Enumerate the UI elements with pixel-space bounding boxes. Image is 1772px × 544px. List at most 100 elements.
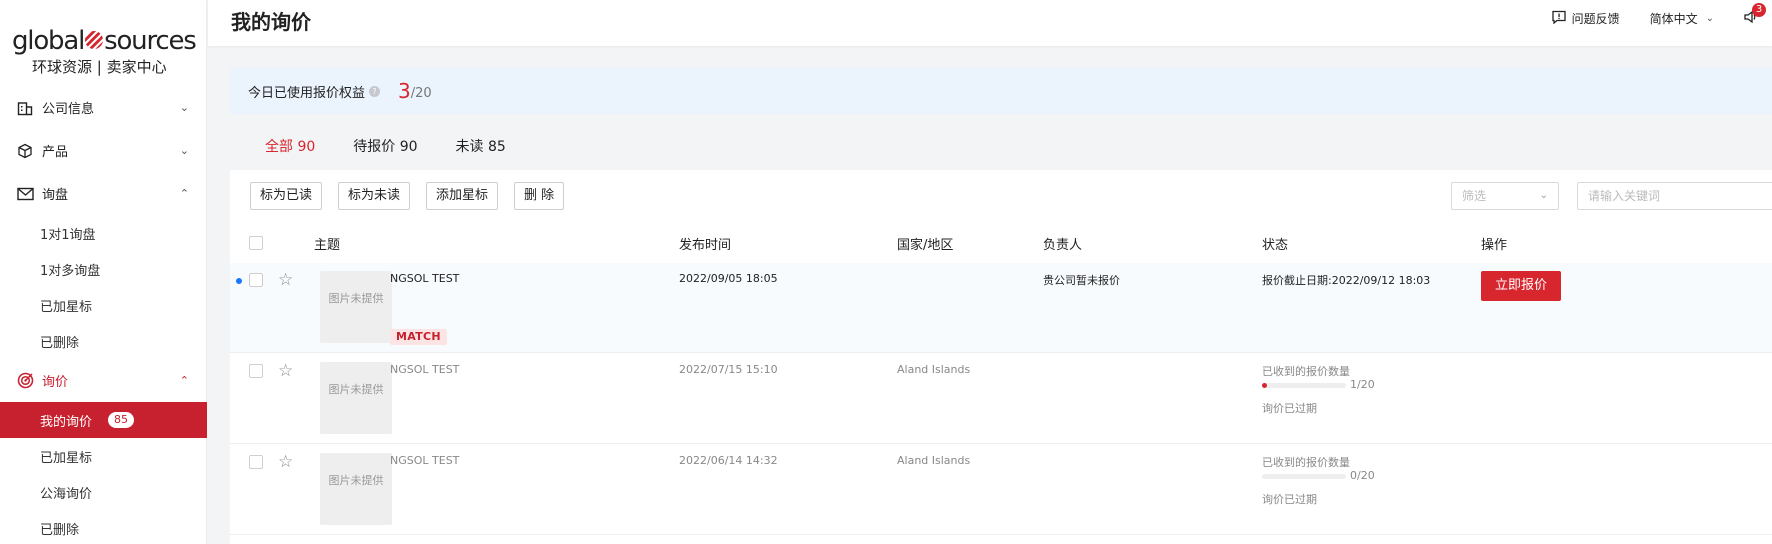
row-subject[interactable]: NGSOL TEST [390, 272, 459, 285]
sidebar-group-inquiry[interactable]: 询盘 ⌃ [0, 172, 207, 215]
row-progress-text: 0/20 [1350, 469, 1375, 482]
logo-subtitle: 环球资源 | 卖家中心 [32, 58, 167, 76]
tab-all[interactable]: 全部 90 [265, 136, 315, 156]
feedback-icon [1551, 10, 1566, 27]
sidebar-item-inquiry-one-to-many[interactable]: 1对多询盘 [0, 251, 207, 287]
notification-button[interactable]: 3 [1744, 3, 1766, 27]
quote-now-button[interactable]: 立即报价 [1481, 271, 1562, 301]
rfq-tabs: 全部 90 待报价 90 未读 85 [265, 136, 544, 156]
logo-mark-icon [85, 31, 104, 49]
sidebar-item-rfq-starred[interactable]: 已加星标 [0, 438, 207, 474]
chevron-up-icon: ⌃ [179, 187, 189, 200]
table-row[interactable]: ☆ 图片未提供 NGSOL TEST 2022/07/15 15:10 Alan… [230, 354, 1772, 444]
row-checkbox[interactable] [249, 455, 263, 469]
keyword-search-input[interactable] [1577, 182, 1772, 210]
sidebar-group-products[interactable]: 产品 ⌄ [0, 129, 207, 172]
logo[interactable]: global sources 环球资源 | 卖家中心 [12, 26, 197, 77]
sidebar-item-my-rfq[interactable]: 我的询价 85 [0, 402, 207, 438]
sidebar-group-label: 产品 [42, 145, 69, 160]
mark-unread-button[interactable]: 标为未读 [338, 182, 411, 210]
row-published: 2022/07/15 15:10 [679, 363, 778, 376]
col-status: 状态 [1262, 238, 1289, 253]
sidebar: global sources 环球资源 | 卖家中心 公司信息 ⌄ 产品 ⌄ 询盘… [0, 0, 207, 544]
row-country: Aland Islands [897, 363, 971, 376]
feedback-label: 问题反馈 [1571, 12, 1620, 26]
col-country: 国家/地区 [897, 238, 954, 253]
chevron-down-icon: ⌄ [1705, 13, 1714, 24]
unread-dot [236, 278, 242, 284]
rfq-list-panel: 标为已读 标为未读 添加星标 删 除 筛选 ⌄ 主题 发布时间 国家/地区 负责… [230, 170, 1772, 544]
sidebar-nav: 公司信息 ⌄ 产品 ⌄ 询盘 ⌃ 1对1询盘 1对多询盘 已加星标 已删除 询价… [0, 86, 207, 544]
row-status-label: 已收到的报价数量 [1262, 456, 1350, 469]
sidebar-item-inquiry-deleted[interactable]: 已删除 [0, 323, 207, 359]
chevron-up-icon: ⌃ [179, 374, 189, 387]
sidebar-group-rfq[interactable]: 询价 ⌃ [0, 359, 207, 402]
tab-pending-quote[interactable]: 待报价 90 [353, 136, 417, 156]
col-action: 操作 [1481, 238, 1508, 253]
table-row[interactable]: ☆ 图片未提供 NGSOL TEST 2022/06/14 14:32 Alan… [230, 445, 1772, 535]
product-thumbnail: 图片未提供 [320, 271, 392, 343]
filter-select[interactable]: 筛选 ⌄ [1451, 182, 1559, 210]
sidebar-group-label: 询价 [42, 375, 69, 390]
sidebar-item-label: 我的询价 [40, 414, 93, 430]
chevron-down-icon: ⌄ [1539, 190, 1548, 201]
row-status: 报价截止日期:2022/09/12 18:03 [1262, 274, 1431, 287]
sidebar-item-inquiry-one-to-one[interactable]: 1对1询盘 [0, 215, 207, 251]
row-published: 2022/09/05 18:05 [679, 272, 778, 285]
row-status-label: 已收到的报价数量 [1262, 365, 1350, 378]
header-actions: 问题反馈 简体中文 ⌄ 3 [1551, 3, 1772, 27]
product-thumbnail: 图片未提供 [320, 453, 392, 525]
sidebar-item-rfq-deleted[interactable]: 已删除 [0, 510, 207, 544]
filter-placeholder: 筛选 [1462, 189, 1487, 203]
row-checkbox[interactable] [249, 273, 263, 287]
product-thumbnail: 图片未提供 [320, 362, 392, 434]
chevron-down-icon: ⌄ [179, 101, 189, 114]
building-icon [16, 99, 34, 117]
star-icon[interactable]: ☆ [278, 361, 293, 381]
quota-total: /20 [410, 86, 432, 101]
logo-wordmark: global sources [12, 26, 197, 56]
box-icon [16, 142, 34, 160]
table-header: 主题 发布时间 国家/地区 负责人 状态 操作 [230, 228, 1772, 258]
count-badge: 85 [108, 412, 135, 428]
list-toolbar: 标为已读 标为未读 添加星标 删 除 [250, 182, 580, 210]
col-published: 发布时间 [679, 238, 732, 253]
envelope-icon [16, 185, 34, 203]
quota-banner: 今日已使用报价权益 ? 3 /20 [230, 68, 1772, 114]
help-icon[interactable]: ? [369, 85, 381, 97]
match-tag: MATCH [390, 329, 447, 345]
col-owner: 负责人 [1043, 238, 1083, 253]
row-expired: 询价已过期 [1262, 493, 1317, 506]
row-subject[interactable]: NGSOL TEST [390, 454, 459, 467]
row-checkbox[interactable] [249, 364, 263, 378]
mark-read-button[interactable]: 标为已读 [250, 182, 323, 210]
table-row[interactable]: ☆ 图片未提供 NGSOL TEST MATCH 2022/09/05 18:0… [230, 263, 1772, 353]
feedback-button[interactable]: 问题反馈 [1551, 10, 1620, 27]
sidebar-group-label: 公司信息 [42, 102, 95, 117]
row-progress-text: 1/20 [1350, 378, 1375, 391]
sidebar-group-company[interactable]: 公司信息 ⌄ [0, 86, 207, 129]
quote-progress-bar [1262, 383, 1346, 388]
quota-label: 今日已使用报价权益 [248, 85, 366, 101]
row-expired: 询价已过期 [1262, 402, 1317, 415]
sidebar-item-inquiry-starred[interactable]: 已加星标 [0, 287, 207, 323]
row-subject[interactable]: NGSOL TEST [390, 363, 459, 376]
delete-button[interactable]: 删 除 [514, 182, 565, 210]
target-icon [16, 372, 34, 390]
row-published: 2022/06/14 14:32 [679, 454, 778, 467]
quote-progress-bar [1262, 474, 1346, 479]
language-select[interactable]: 简体中文 ⌄ [1650, 10, 1714, 27]
col-subject: 主题 [314, 238, 341, 253]
add-star-button[interactable]: 添加星标 [426, 182, 499, 210]
progress-fill [1262, 383, 1268, 388]
tab-unread[interactable]: 未读 85 [456, 136, 506, 156]
sidebar-item-rfq-public[interactable]: 公海询价 [0, 474, 207, 510]
chevron-down-icon: ⌄ [179, 144, 189, 157]
page-title: 我的询价 [231, 10, 311, 34]
select-all-checkbox[interactable] [249, 236, 263, 254]
row-country: Aland Islands [897, 454, 971, 467]
star-icon[interactable]: ☆ [278, 270, 293, 290]
row-owner: 贵公司暂未报价 [1043, 274, 1120, 287]
star-icon[interactable]: ☆ [278, 452, 293, 472]
sidebar-group-label: 询盘 [42, 188, 69, 203]
